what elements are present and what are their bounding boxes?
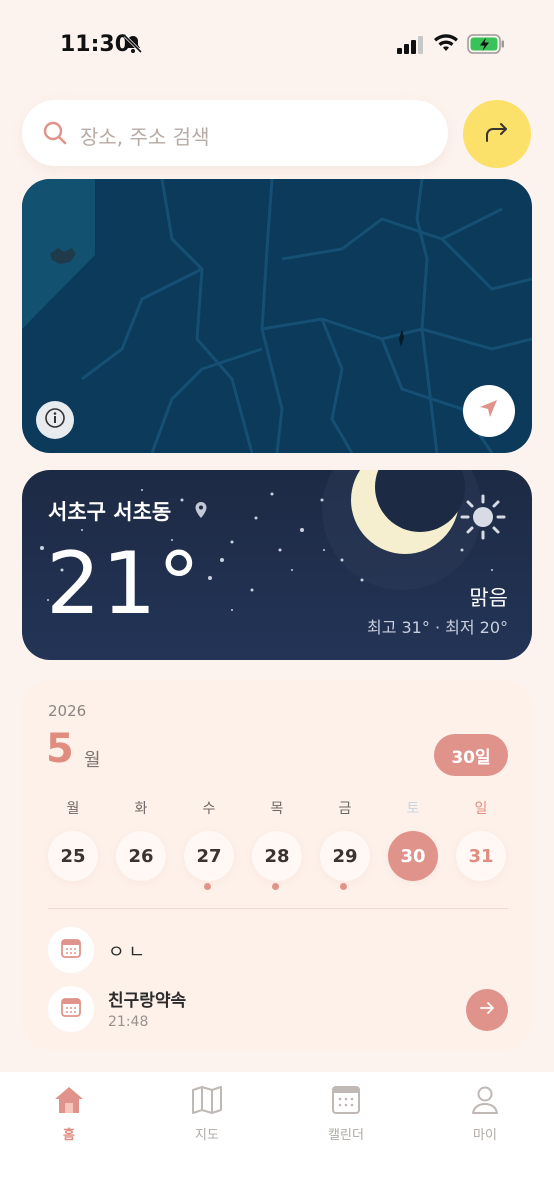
event-title[interactable]: 친구랑약속 xyxy=(108,986,186,1011)
weather-condition: 맑음 xyxy=(469,586,508,610)
weekday-tue: 화 xyxy=(134,801,148,817)
day-cell[interactable]: 28 xyxy=(252,831,302,881)
weekday-fri: 금 xyxy=(338,801,352,817)
weather-card[interactable]: 서초구 서초동 21° 맑음 최고 31° · 최저 20° xyxy=(22,470,532,660)
tab-label: 홈 xyxy=(63,1128,75,1143)
weekday-sun: 일 xyxy=(474,801,488,817)
calendar-month-number: 5 xyxy=(46,726,74,772)
day-cell[interactable]: 27 xyxy=(184,831,234,881)
day-cell[interactable]: 25 xyxy=(48,831,98,881)
calendar-year: 2026 xyxy=(48,702,87,720)
divider xyxy=(48,908,508,909)
search-placeholder: 장소, 주소 검색 xyxy=(80,125,210,149)
directions-button[interactable] xyxy=(463,100,531,168)
tab-label: 캘린더 xyxy=(328,1128,364,1143)
tab-map[interactable]: 지도 xyxy=(167,1084,247,1143)
event-dot xyxy=(204,883,211,890)
battery-charging-icon xyxy=(467,34,505,58)
event-title[interactable]: ㅇㄴ xyxy=(108,938,149,964)
calendar-icon xyxy=(60,937,82,963)
day-cell[interactable]: 26 xyxy=(116,831,166,881)
navigation-arrow-icon xyxy=(477,397,501,425)
tab-calendar[interactable]: 캘린더 xyxy=(306,1084,386,1143)
calendar-icon xyxy=(60,996,82,1022)
today-button[interactable]: 30일 xyxy=(434,734,508,776)
weather-temp-range: 최고 31° · 최저 20° xyxy=(366,618,508,637)
weather-location: 서초구 서초동 xyxy=(48,500,172,524)
weather-temperature: 21° xyxy=(46,534,202,634)
info-icon xyxy=(44,407,66,433)
weekday-sat: 토 xyxy=(406,801,420,817)
selected-indicator-dot xyxy=(409,883,416,890)
event-dot xyxy=(340,883,347,890)
calendar-card: 2026 5 월 30일 월 화 수 목 금 토 일 25 26 27 28 2… xyxy=(22,680,532,1050)
map-icon xyxy=(190,1086,224,1120)
status-time: 11:30 xyxy=(60,32,131,57)
status-bar: 11:30 xyxy=(0,0,554,90)
event-icon-badge xyxy=(48,986,94,1032)
calendar-month-label: 월 xyxy=(84,750,101,771)
day-cell[interactable]: 29 xyxy=(320,831,370,881)
tab-label: 마이 xyxy=(473,1128,497,1143)
weekday-wed: 수 xyxy=(202,801,216,817)
my-location-button[interactable] xyxy=(463,385,515,437)
event-open-button[interactable] xyxy=(466,989,508,1031)
forward-arrow-icon xyxy=(484,121,510,147)
location-pin-icon xyxy=(194,501,208,523)
search-icon xyxy=(42,120,68,150)
map-info-button[interactable] xyxy=(36,401,74,439)
event-dot xyxy=(272,883,279,890)
weekday-mon: 월 xyxy=(66,801,80,817)
event-time: 21:48 xyxy=(108,1014,149,1030)
day-cell-selected[interactable]: 30 xyxy=(388,831,438,881)
sun-icon xyxy=(458,492,508,546)
bottom-tab-bar: 홈 지도 캘린더 마이 xyxy=(0,1072,554,1200)
cellular-signal-icon xyxy=(397,36,425,58)
home-icon xyxy=(52,1087,86,1120)
tab-home[interactable]: 홈 xyxy=(29,1084,109,1143)
wifi-icon xyxy=(433,33,459,57)
map-streets xyxy=(22,179,532,453)
day-cell[interactable]: 31 xyxy=(456,831,506,881)
calendar-icon xyxy=(329,1086,363,1120)
tab-profile[interactable]: 마이 xyxy=(445,1084,525,1143)
weekday-thu: 목 xyxy=(270,801,284,817)
bell-muted-icon xyxy=(123,34,143,58)
map-view[interactable] xyxy=(22,179,532,453)
tab-label: 지도 xyxy=(195,1128,219,1143)
person-icon xyxy=(468,1086,502,1120)
search-input[interactable]: 장소, 주소 검색 xyxy=(22,100,448,166)
event-icon-badge xyxy=(48,927,94,973)
arrow-right-icon xyxy=(478,999,496,1021)
